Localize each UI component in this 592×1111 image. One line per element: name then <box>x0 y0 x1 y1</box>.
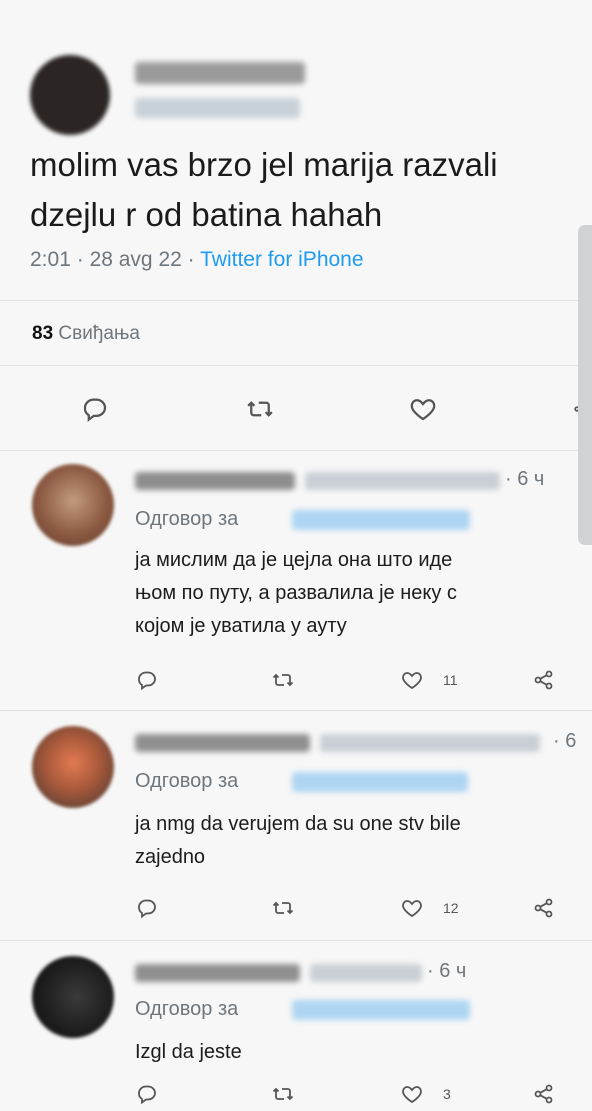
main-username[interactable] <box>135 98 300 118</box>
reply-to-label: Одговор за <box>135 770 239 792</box>
like-icon[interactable] <box>400 1082 424 1106</box>
share-icon[interactable] <box>532 668 556 692</box>
reply-icon[interactable] <box>80 394 110 424</box>
reply-action-bar: 3 <box>0 1080 592 1110</box>
main-display-name[interactable] <box>135 62 305 84</box>
like-icon[interactable] <box>400 668 424 692</box>
retweet-icon[interactable] <box>244 394 276 424</box>
reply-icon[interactable] <box>135 1082 159 1106</box>
meta-separator: · <box>76 248 84 271</box>
reply-to: Одговор за <box>135 508 238 531</box>
meta-separator: · <box>505 468 512 490</box>
reply-item[interactable]: · 6 Одговор за ja nmg da verujem da su o… <box>0 712 592 938</box>
like-count: 3 <box>443 1086 451 1102</box>
reply-display-name[interactable] <box>135 734 310 752</box>
reply-to-handle[interactable] <box>292 1000 470 1020</box>
retweet-icon[interactable] <box>270 896 296 920</box>
likes-summary[interactable]: 83 Свиђања <box>32 323 140 345</box>
tweet-text-line: dzejlu r od batina hahah <box>30 196 383 233</box>
reply-text-line: њом по путу, а развалила је неку с <box>135 582 457 604</box>
tweet-time: 2:01 <box>30 248 71 271</box>
reply-to: Одговор за <box>135 998 238 1021</box>
reply-icon[interactable] <box>135 668 159 692</box>
meta-separator: · <box>553 730 560 752</box>
tweet-text-line: molim vas brzo jel marija razvali <box>30 146 498 183</box>
reply-to-label: Одговор за <box>135 998 239 1020</box>
divider <box>0 300 592 301</box>
like-icon[interactable] <box>400 896 424 920</box>
reply-text-line: zajedno <box>135 846 206 868</box>
reply-time-value: 6 <box>565 730 577 752</box>
main-avatar[interactable] <box>30 55 110 135</box>
reply-text-line: којом је уватила у ауту <box>135 615 347 637</box>
share-icon[interactable] <box>532 1082 556 1106</box>
tweet-text: molim vas brzo jel marija razvali dzejlu… <box>30 140 498 240</box>
tweet-date: 28 avg 22 <box>89 248 182 271</box>
reply-username[interactable] <box>305 472 500 490</box>
divider <box>0 940 592 941</box>
reply-username[interactable] <box>310 964 422 982</box>
reply-time: · 6 ч <box>427 960 466 983</box>
likes-label: Свиђања <box>58 323 140 344</box>
tweet-meta: 2:01 · 28 avg 22 · Twitter for iPhone <box>30 248 364 272</box>
reply-time: · 6 ч <box>505 468 544 491</box>
likes-count: 83 <box>32 323 54 344</box>
reply-avatar[interactable] <box>32 956 114 1038</box>
reply-action-bar: 11 <box>0 666 592 696</box>
like-count: 11 <box>443 672 458 688</box>
reply-action-bar: 12 <box>0 894 592 924</box>
divider <box>0 365 592 366</box>
reply-item[interactable]: · 6 ч Одговор за Izgl da jeste 3 <box>0 942 592 1111</box>
reply-item[interactable]: · 6 ч Одговор за ја мислим да је цејла о… <box>0 452 592 708</box>
reply-icon[interactable] <box>135 896 159 920</box>
reply-to-label: Одговор за <box>135 508 239 530</box>
reply-text-line: ја мислим да је цејла она што иде <box>135 549 453 571</box>
reply-display-name[interactable] <box>135 472 295 490</box>
reply-text: Izgl da jeste <box>135 1036 242 1069</box>
reply-time-value: 6 ч <box>439 960 467 982</box>
meta-separator: · <box>427 960 434 982</box>
reply-username[interactable] <box>320 734 540 752</box>
reply-text: ја мислим да је цејла она што иде њом по… <box>135 544 457 643</box>
reply-to-handle[interactable] <box>292 510 470 530</box>
reply-text: ja nmg da verujem da su one stv bile zaj… <box>135 808 461 874</box>
reply-text-line: ja nmg da verujem da su one stv bile <box>135 813 461 835</box>
like-icon[interactable] <box>408 394 438 424</box>
retweet-icon[interactable] <box>270 1082 296 1106</box>
reply-time-value: 6 ч <box>517 468 545 490</box>
like-count: 12 <box>443 900 459 916</box>
tweet-action-bar <box>0 390 592 430</box>
reply-avatar[interactable] <box>32 726 114 808</box>
meta-separator: · <box>187 248 195 271</box>
reply-to-handle[interactable] <box>292 772 468 792</box>
divider <box>0 450 592 451</box>
share-icon[interactable] <box>532 896 556 920</box>
reply-text-line: Izgl da jeste <box>135 1041 242 1063</box>
reply-to: Одговор за <box>135 770 238 793</box>
retweet-icon[interactable] <box>270 668 296 692</box>
reply-avatar[interactable] <box>32 464 114 546</box>
divider <box>0 710 592 711</box>
reply-time: · 6 <box>553 730 576 753</box>
reply-display-name[interactable] <box>135 964 300 982</box>
tweet-client-link[interactable]: Twitter for iPhone <box>200 248 363 271</box>
